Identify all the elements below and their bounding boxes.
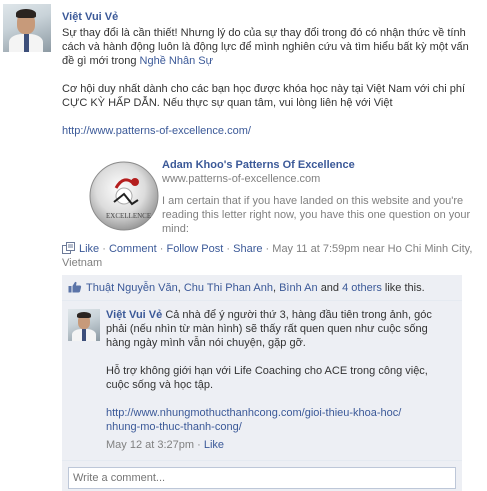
author-avatar[interactable]: [3, 4, 51, 52]
comment-paragraph-2: Hỗ trợ không giới hạn với Life Coaching …: [106, 365, 428, 391]
svg-text:EXCELLENCE: EXCELLENCE: [106, 212, 151, 220]
write-comment-row: [62, 461, 462, 491]
hr-link[interactable]: Nghề Nhân Sự: [140, 55, 213, 67]
likes-summary: Thuật Nguyễn Văn, Chu Thi Phan Anh, Bình…: [62, 275, 462, 301]
share-link-icon: [62, 242, 75, 254]
comment-body: Việt Vui Vẻ Cả nhà để ý người thứ 3, hàn…: [106, 308, 451, 452]
liker-link-3[interactable]: Bình An: [279, 282, 318, 294]
link-attachment: EXCELLENCE Adam Khoo's Patterns Of Excel…: [62, 154, 482, 236]
liker-link-2[interactable]: Chu Thi Phan Anh: [184, 282, 273, 294]
post-paragraph-1: Sự thay đổi là cần thiết! Nhưng lý do củ…: [62, 27, 469, 67]
attachment-description: I am certain that if you have landed on …: [162, 195, 471, 235]
post-paragraph-2: Cơ hội duy nhất dành cho các bạn học đượ…: [62, 83, 466, 109]
attachment-text: Adam Khoo's Patterns Of Excellence www.p…: [162, 158, 482, 236]
attachment-title-link[interactable]: Adam Khoo's Patterns Of Excellence: [162, 158, 482, 172]
share-link[interactable]: Share: [233, 243, 262, 255]
attachment-caption: www.patterns-of-excellence.com: [162, 173, 321, 185]
like-link[interactable]: Like: [79, 243, 99, 255]
post-url-link[interactable]: http://www.patterns-of-excellence.com/: [62, 124, 482, 138]
liker-link-1[interactable]: Thuật Nguyễn Văn: [86, 282, 178, 294]
author-name-link[interactable]: Việt Vui Vẻ: [62, 10, 482, 24]
comments-box: Thuật Nguyễn Văn, Chu Thi Phan Anh, Bình…: [62, 275, 462, 491]
story-content: Việt Vui Vẻ Sự thay đổi là cần thiết! Nh…: [62, 10, 482, 238]
story-actions: Like · Comment · Follow Post · Share · M…: [62, 242, 473, 269]
thumbs-up-icon: [68, 281, 82, 293]
write-comment-input[interactable]: [68, 467, 456, 489]
follow-post-link[interactable]: Follow Post: [166, 243, 223, 255]
comment-url-link[interactable]: http://www.nhungmothucthanhcong.com/gioi…: [106, 406, 451, 434]
commenter-name-link[interactable]: Việt Vui Vẻ: [106, 309, 162, 321]
comment-link[interactable]: Comment: [109, 243, 157, 255]
comment-timestamp: May 12 at 3:27pm: [106, 439, 195, 451]
comment-meta: May 12 at 3:27pm · Like: [106, 439, 225, 451]
others-link[interactable]: 4 others: [342, 282, 382, 294]
comment-paragraph-1: Việt Vui Vẻ Cả nhà để ý người thứ 3, hàn…: [106, 309, 432, 349]
commenter-avatar[interactable]: [68, 309, 100, 341]
feed-story: Việt Vui Vẻ Sự thay đổi là cần thiết! Nh…: [0, 0, 487, 491]
comment-like-link[interactable]: Like: [204, 439, 224, 451]
comment-item: Việt Vui Vẻ Cả nhà để ý người thứ 3, hàn…: [62, 301, 462, 461]
